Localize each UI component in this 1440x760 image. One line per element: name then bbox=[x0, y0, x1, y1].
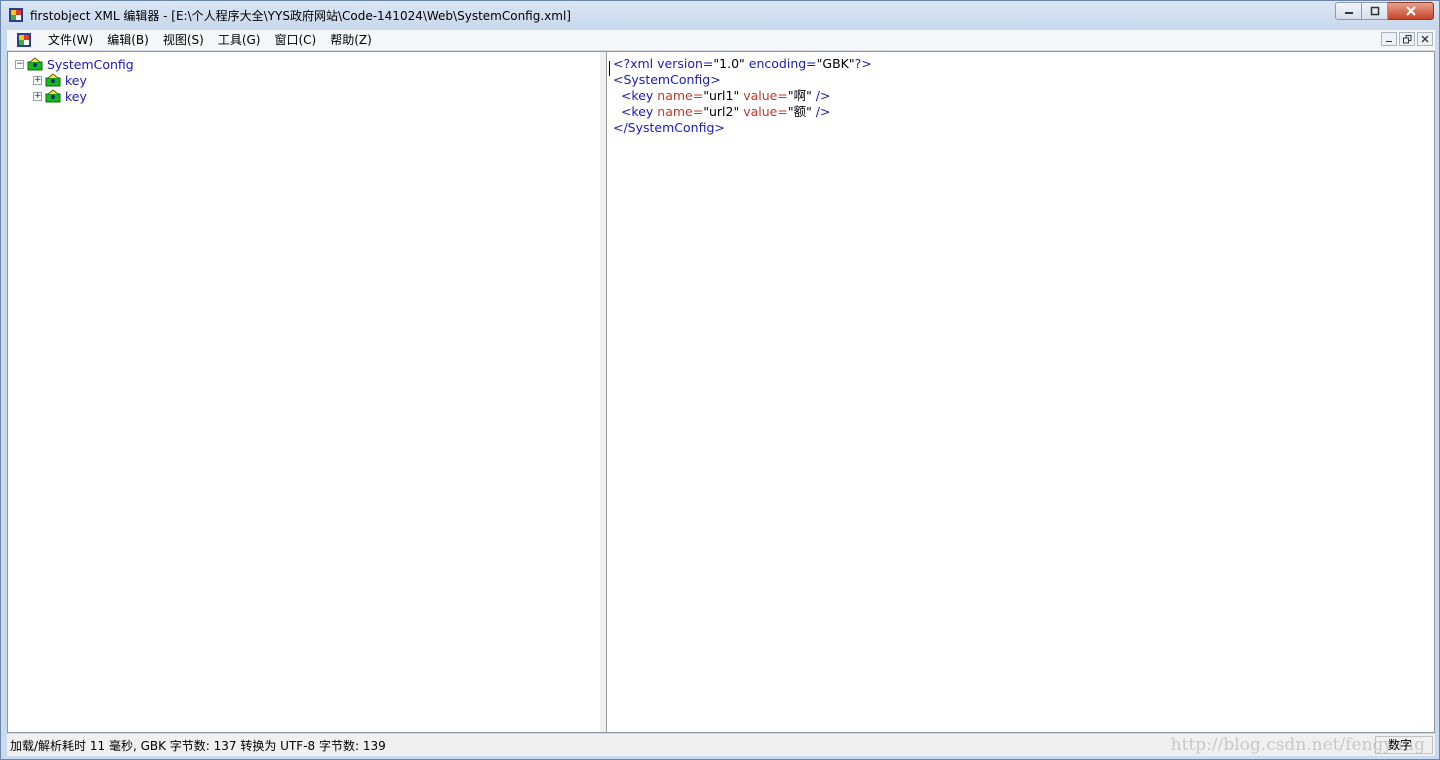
app-icon bbox=[9, 8, 23, 22]
source-line: <key name="url2" value="额" /> bbox=[613, 104, 831, 120]
attr-value: "url2" bbox=[703, 104, 740, 119]
attr-value: "url1" bbox=[703, 88, 740, 103]
expand-icon[interactable]: + bbox=[33, 91, 42, 101]
close-icon bbox=[1421, 35, 1429, 43]
document-icon[interactable] bbox=[17, 33, 31, 47]
menu-window[interactable]: 窗口(C) bbox=[268, 30, 324, 50]
source-line: <?xml version="1.0" encoding="GBK"?> bbox=[613, 56, 872, 72]
tree-node-label: key bbox=[65, 88, 87, 104]
mdi-buttons bbox=[1379, 32, 1433, 46]
mdi-close-button[interactable] bbox=[1417, 32, 1433, 46]
attr-value: "GBK" bbox=[816, 56, 855, 71]
source-line: <key name="url1" value="啊" /> bbox=[613, 88, 831, 104]
element-node-icon bbox=[27, 57, 43, 71]
close-button[interactable] bbox=[1388, 2, 1434, 20]
close-icon bbox=[1405, 6, 1416, 16]
attr-name: value= bbox=[743, 88, 788, 103]
menu-edit[interactable]: 编辑(B) bbox=[100, 30, 156, 50]
minimize-icon bbox=[1386, 41, 1392, 42]
text-caret bbox=[609, 61, 610, 76]
source-line: <SystemConfig> bbox=[613, 72, 721, 88]
restore-icon bbox=[1402, 34, 1411, 43]
attr-name: value= bbox=[743, 104, 788, 119]
open-tag: <SystemConfig> bbox=[613, 72, 721, 87]
tree-node-key[interactable]: + key bbox=[33, 72, 87, 88]
source-editor[interactable]: <?xml version="1.0" encoding="GBK"?> <Sy… bbox=[607, 52, 1434, 732]
close-tag: </SystemConfig> bbox=[613, 120, 725, 135]
status-bar: 加载/解析耗时 11 毫秒, GBK 字节数: 137 转换为 UTF-8 字节… bbox=[7, 734, 1435, 756]
element-node-icon bbox=[45, 89, 61, 103]
menu-help[interactable]: 帮助(Z) bbox=[323, 30, 379, 50]
close-tag: /> bbox=[811, 88, 831, 103]
status-panel-numlock: 数字 bbox=[1375, 736, 1433, 754]
window-title: firstobject XML 编辑器 - [E:\个人程序大全\YYS政府网站… bbox=[30, 8, 571, 23]
tree-pane[interactable]: − SystemConfig + key + key bbox=[8, 52, 601, 732]
attr-value: "额" bbox=[787, 104, 812, 119]
title-bar[interactable]: firstobject XML 编辑器 - [E:\个人程序大全\YYS政府网站… bbox=[1, 1, 1439, 29]
attr-value: "1.0" bbox=[713, 56, 745, 71]
maximize-button[interactable] bbox=[1362, 2, 1388, 20]
element-node-icon bbox=[45, 73, 61, 87]
attr-name: version= bbox=[657, 56, 714, 71]
attr-name: name= bbox=[657, 104, 704, 119]
close-tag: /> bbox=[811, 104, 831, 119]
client-area: − SystemConfig + key + key <?xml version… bbox=[7, 51, 1435, 733]
restore-icon bbox=[1370, 6, 1379, 16]
collapse-icon[interactable]: − bbox=[15, 59, 24, 69]
app-window: firstobject XML 编辑器 - [E:\个人程序大全\YYS政府网站… bbox=[0, 0, 1440, 760]
source-line: </SystemConfig> bbox=[613, 120, 725, 136]
attr-name: encoding= bbox=[748, 56, 817, 71]
mdi-minimize-button[interactable] bbox=[1381, 32, 1397, 46]
pi-close: ?> bbox=[854, 56, 872, 71]
attr-name: name= bbox=[657, 88, 704, 103]
minimize-icon bbox=[1344, 12, 1353, 14]
open-tag: <key bbox=[620, 88, 658, 103]
attr-value: "啊" bbox=[787, 88, 812, 103]
menu-view[interactable]: 视图(S) bbox=[156, 30, 211, 50]
tree-node-label: SystemConfig bbox=[47, 56, 134, 72]
menu-file[interactable]: 文件(W) bbox=[41, 30, 100, 50]
pane-splitter[interactable] bbox=[600, 52, 607, 732]
tree-node-root[interactable]: − SystemConfig bbox=[15, 56, 134, 72]
mdi-restore-button[interactable] bbox=[1399, 32, 1415, 46]
menu-tools[interactable]: 工具(G) bbox=[211, 30, 268, 50]
pi-open: <?xml bbox=[613, 56, 658, 71]
tree-node-label: key bbox=[65, 72, 87, 88]
expand-icon[interactable]: + bbox=[33, 75, 42, 85]
open-tag: <key bbox=[620, 104, 658, 119]
minimize-button[interactable] bbox=[1335, 2, 1362, 20]
menu-bar: 文件(W) 编辑(B) 视图(S) 工具(G) 窗口(C) 帮助(Z) bbox=[7, 30, 1435, 51]
status-text: 加载/解析耗时 11 毫秒, GBK 字节数: 137 转换为 UTF-8 字节… bbox=[10, 738, 386, 753]
caption-buttons bbox=[1335, 2, 1434, 20]
tree-node-key[interactable]: + key bbox=[33, 88, 87, 104]
